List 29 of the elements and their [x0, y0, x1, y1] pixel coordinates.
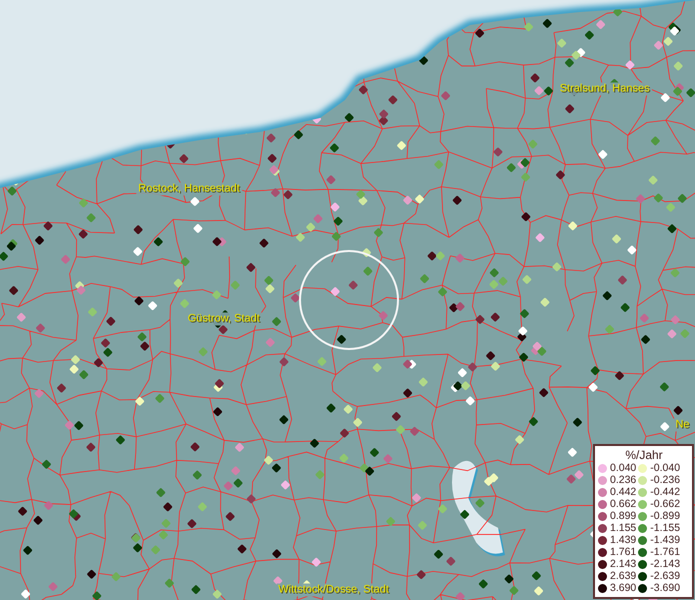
legend-value: 2.639 [610, 570, 636, 582]
legend-value: -0.236 [650, 474, 680, 486]
city-label: Wittstock/Dosse, Stadt [276, 583, 391, 596]
legend-value: 3.690 [610, 582, 636, 594]
legend-value: -0.899 [650, 510, 680, 522]
legend-value: 2.143 [610, 558, 636, 570]
legend-value: 1.155 [610, 522, 636, 534]
city-label: Güstrow, Stadt [186, 312, 262, 326]
legend-value: 0.236 [610, 474, 636, 486]
legend-value: -1.761 [650, 546, 680, 558]
legend-title: %/Jahr [624, 448, 664, 462]
legend-value: -0.662 [650, 498, 680, 510]
legend-value: -2.639 [650, 570, 680, 582]
legend-value: 0.899 [610, 510, 636, 522]
city-label: Ne [673, 418, 692, 432]
legend-value: -1.439 [650, 534, 680, 546]
legend-value: -1.155 [650, 522, 680, 534]
legend-value: 1.439 [610, 534, 636, 546]
legend-value: -3.690 [650, 582, 680, 594]
city-label: Stralsund, Hanses [558, 82, 652, 96]
city-label: Rostock, Hansestadt [136, 182, 242, 196]
legend-value: 0.040 [610, 462, 636, 474]
legend-value: 1.761 [610, 546, 636, 558]
legend-value: 0.662 [610, 498, 636, 510]
legend-value: -2.143 [650, 558, 680, 570]
selection-circle[interactable] [299, 250, 399, 350]
legend-value: -0.040 [650, 462, 680, 474]
legend-value: -0.442 [650, 486, 680, 498]
legend-value: 0.442 [610, 486, 636, 498]
